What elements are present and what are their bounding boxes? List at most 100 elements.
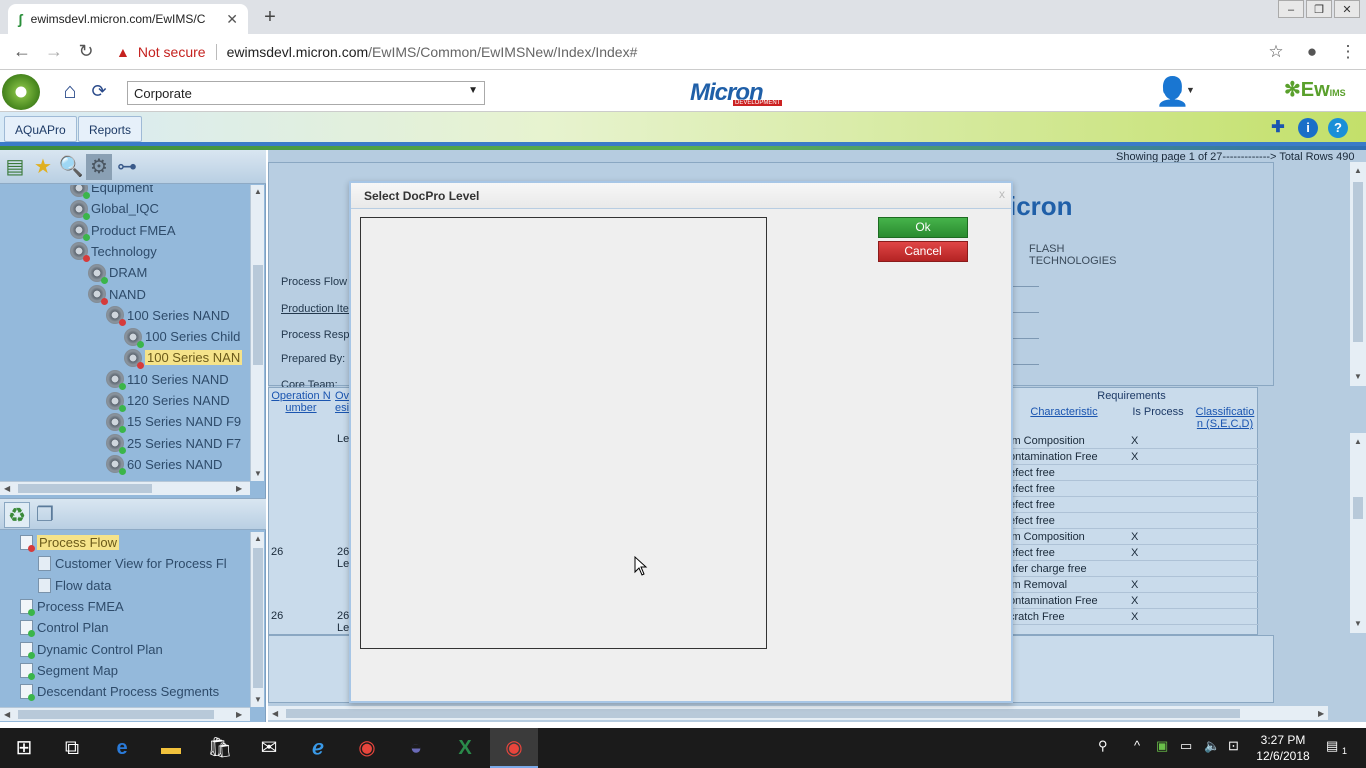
expand-icon[interactable] xyxy=(28,608,35,616)
document-node[interactable]: Process FMEA xyxy=(20,596,124,617)
scroll-left-icon[interactable]: ◀ xyxy=(4,710,10,719)
gear-tree-icon[interactable]: ⚙ xyxy=(86,154,112,180)
gear-icon[interactable] xyxy=(106,455,126,476)
expand-icon[interactable] xyxy=(28,672,35,680)
info-icon[interactable]: i xyxy=(1298,118,1318,138)
restore-icon[interactable]: ❐ xyxy=(1306,0,1332,18)
scroll-up-icon[interactable]: ▲ xyxy=(254,187,262,196)
col-classification[interactable]: Classificatio n (S,E,C,D) xyxy=(1193,406,1257,430)
gear-icon[interactable] xyxy=(106,306,126,327)
document-node[interactable]: Segment Map xyxy=(20,660,118,681)
content-horizontal-scrollbar[interactable]: ◀ ▶ xyxy=(268,706,1328,720)
help-icon[interactable]: ? xyxy=(1328,118,1348,138)
scroll-right-icon[interactable]: ▶ xyxy=(236,484,242,493)
collapse-icon[interactable] xyxy=(28,545,35,552)
tree-node[interactable]: Equipment xyxy=(70,185,153,199)
tree-node[interactable]: Technology xyxy=(70,241,157,263)
document-node[interactable]: Dynamic Control Plan xyxy=(20,639,163,660)
chrome-icon[interactable]: ◉ xyxy=(343,728,391,768)
col-ov[interactable]: Ov esi xyxy=(335,390,349,414)
tree-node[interactable]: 110 Series NAND xyxy=(106,369,229,391)
scroll-left-icon[interactable]: ◀ xyxy=(272,709,278,718)
scroll-up-icon[interactable]: ▲ xyxy=(1354,166,1362,175)
network-icon[interactable]: ⊡ xyxy=(1228,738,1239,754)
profile-icon[interactable]: ● xyxy=(1294,42,1330,62)
table-row[interactable]: efect free xyxy=(1004,513,1259,529)
taskbar-clock[interactable]: 3:27 PM 12/6/2018 xyxy=(1256,732,1310,764)
document-node[interactable]: Customer View for Process Fl xyxy=(38,553,227,574)
back-icon[interactable]: ← xyxy=(6,41,38,62)
tree-node[interactable]: 60 Series NAND xyxy=(106,454,222,476)
dialog-header[interactable]: Select DocPro Level x xyxy=(351,183,1011,209)
table-scroll-thumb[interactable] xyxy=(1353,497,1363,519)
menu-reports[interactable]: Reports xyxy=(78,116,143,142)
document-node[interactable]: Descendant Process Segments xyxy=(20,681,219,702)
docs-scroll-thumb[interactable] xyxy=(253,548,263,688)
scroll-down-icon[interactable]: ▼ xyxy=(1354,372,1362,381)
address-bar[interactable]: ewimsdevl.micron.com/EwIMS/Common/EwIMSN… xyxy=(227,44,1258,60)
gear-icon[interactable] xyxy=(70,185,90,199)
content-vertical-scrollbar[interactable]: ▲ ▼ xyxy=(1350,162,1366,386)
browser-tab[interactable]: ʃ ewimsdevl.micron.com/EwIMS/C ✕ xyxy=(8,4,248,34)
people-icon[interactable]: ⚲ xyxy=(1098,738,1108,754)
document-node[interactable]: Process Flow xyxy=(20,532,120,553)
bookmark-star-icon[interactable]: ☆ xyxy=(1258,42,1294,62)
minimize-icon[interactable]: – xyxy=(1278,0,1304,18)
table-row[interactable]: lm Composition X xyxy=(1004,529,1259,545)
pin-icon[interactable]: ✚ xyxy=(1268,118,1288,138)
hierarchy-icon[interactable]: ⊶ xyxy=(114,154,140,180)
tree-hscroll-thumb[interactable] xyxy=(18,484,152,493)
scroll-down-icon[interactable]: ▼ xyxy=(254,695,262,704)
tray-chevron-up-icon[interactable]: ^ xyxy=(1134,738,1140,753)
table-row[interactable]: efect free xyxy=(1004,497,1259,513)
tree-scroll-thumb[interactable] xyxy=(253,265,263,365)
gear-icon[interactable] xyxy=(106,434,126,455)
checklist-icon[interactable]: ▤ xyxy=(2,154,28,180)
tree-node[interactable]: 100 Series NAND xyxy=(106,305,230,327)
tree-node[interactable]: 15 Series NAND F9 xyxy=(106,411,241,433)
col-operation-number[interactable]: Operation N umber xyxy=(271,390,331,414)
chrome-active-icon[interactable]: ◉ xyxy=(490,728,538,768)
scroll-down-icon[interactable]: ▼ xyxy=(254,469,262,478)
expand-icon[interactable] xyxy=(28,651,35,659)
tree-node[interactable]: Product FMEA xyxy=(70,220,176,242)
gear-icon[interactable] xyxy=(70,221,90,242)
gear-icon[interactable] xyxy=(124,348,144,369)
menu-aquapro[interactable]: AQuAPro xyxy=(4,116,77,142)
scope-select[interactable]: Corporate ▼ xyxy=(127,81,485,105)
docs-hscroll-thumb[interactable] xyxy=(18,710,214,719)
menu-kebab-icon[interactable]: ⋮ xyxy=(1330,42,1366,62)
edge-icon[interactable]: e xyxy=(98,728,146,768)
reload-icon[interactable]: ↻ xyxy=(70,41,102,62)
table-row[interactable]: lm Removal X xyxy=(1004,577,1259,593)
internet-explorer-icon[interactable]: ℯ xyxy=(294,728,342,768)
table-row[interactable]: efect free xyxy=(1004,481,1259,497)
expand-icon[interactable] xyxy=(119,468,126,476)
scroll-up-icon[interactable]: ▲ xyxy=(254,534,262,543)
table-row[interactable]: efect free X xyxy=(1004,545,1259,561)
search-icon[interactable]: 🔍 xyxy=(58,154,84,180)
scroll-up-icon[interactable]: ▲ xyxy=(1354,437,1362,446)
forward-icon[interactable]: → xyxy=(38,41,70,62)
tree-node[interactable]: Global_IQC xyxy=(70,198,159,220)
scroll-left-icon[interactable]: ◀ xyxy=(4,484,10,493)
tree-node[interactable]: NAND xyxy=(88,284,146,305)
volume-icon[interactable]: 🔈 xyxy=(1204,738,1220,754)
docpro-level-list[interactable] xyxy=(360,217,767,649)
mail-icon[interactable]: ✉ xyxy=(245,728,293,768)
document-node[interactable]: Flow data xyxy=(38,575,111,596)
favorites-star-icon[interactable]: ★ xyxy=(30,154,56,180)
table-row[interactable]: ontamination Free X xyxy=(1004,449,1259,465)
notifications-icon[interactable]: ▤ xyxy=(1326,738,1338,754)
expand-icon[interactable] xyxy=(28,630,35,638)
tab-close-icon[interactable]: ✕ xyxy=(226,11,238,28)
table-row[interactable]: cratch Free X xyxy=(1004,609,1259,625)
file-explorer-icon[interactable]: ▬ xyxy=(147,728,195,768)
app-logo[interactable] xyxy=(2,74,40,110)
table-row[interactable]: afer charge free xyxy=(1004,561,1259,577)
home-icon[interactable]: ⌂ xyxy=(58,79,82,103)
windows-start-icon[interactable]: ⊞ xyxy=(0,728,48,768)
scroll-right-icon[interactable]: ▶ xyxy=(236,710,242,719)
docs-vertical-scrollbar[interactable]: ▲ ▼ xyxy=(250,532,264,707)
tree-node[interactable]: 25 Series NAND F7 xyxy=(106,433,241,455)
